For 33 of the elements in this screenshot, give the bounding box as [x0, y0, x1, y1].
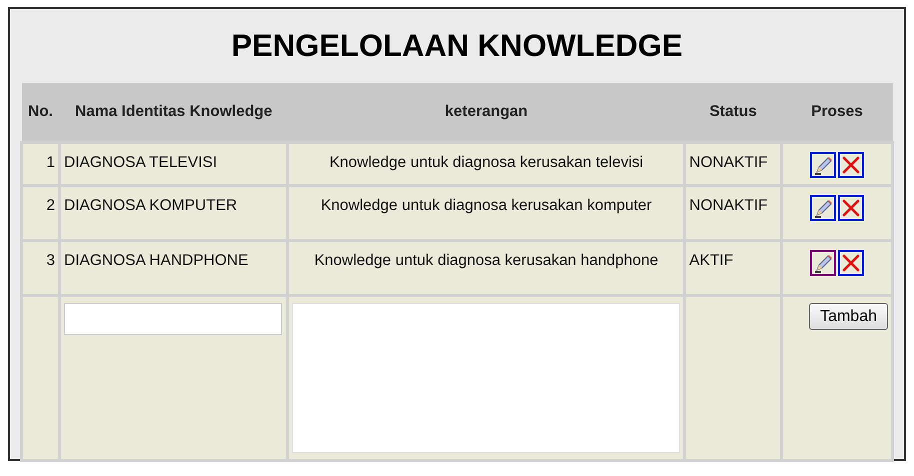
table-cell: Knowledge untuk diagnosa kerusakan handphone — [288, 240, 685, 296]
column-header: Proses — [782, 83, 892, 142]
column-header: Nama Identitas Knowledge — [60, 83, 288, 142]
table-cell: Knowledge untuk diagnosa kerusakan komputer — [288, 186, 685, 240]
name-input-field[interactable] — [64, 303, 282, 335]
edit-link[interactable] — [810, 250, 836, 276]
delete-link[interactable] — [838, 195, 864, 221]
table-cell: Knowledge untuk diagnosa kerusakan televisi — [288, 142, 685, 186]
delete-link[interactable] — [838, 152, 864, 178]
delete-icon — [841, 253, 861, 273]
column-header: Status — [684, 83, 782, 142]
table-cell: DIAGNOSA KOMPUTER — [60, 186, 288, 240]
table-cell: DIAGNOSA HANDPHONE — [60, 240, 288, 296]
table-cell: 1 — [22, 142, 60, 186]
pencil-icon — [813, 253, 833, 273]
description-input-field[interactable] — [292, 303, 680, 453]
table-cell: 2 — [22, 186, 60, 240]
column-header: keterangan — [288, 83, 685, 142]
delete-icon — [841, 198, 861, 218]
delete-link[interactable] — [838, 250, 864, 276]
pencil-icon — [813, 155, 833, 175]
edit-link[interactable] — [810, 152, 836, 178]
table-cell: DIAGNOSA TELEVISI — [60, 142, 288, 186]
delete-icon — [841, 155, 861, 175]
table-cell: NONAKTIF — [684, 186, 782, 240]
edit-link[interactable] — [810, 195, 836, 221]
add-button[interactable]: Tambah — [809, 303, 888, 330]
page-title: PENGELOLAAN KNOWLEDGE — [231, 28, 683, 64]
column-header: No. — [22, 83, 60, 142]
pencil-icon — [813, 198, 833, 218]
table-cell: AKTIF — [684, 240, 782, 296]
table-cell: NONAKTIF — [684, 142, 782, 186]
table-cell: 3 — [22, 240, 60, 296]
